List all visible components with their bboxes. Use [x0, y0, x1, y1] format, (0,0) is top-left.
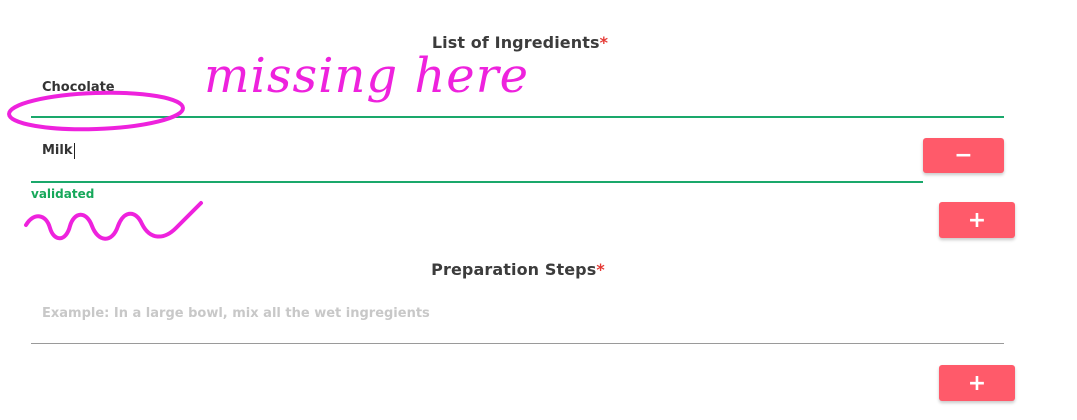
- required-mark: *: [596, 260, 605, 279]
- steps-title-text: Preparation Steps: [431, 260, 597, 279]
- plus-icon: +: [967, 207, 987, 233]
- squiggle-underline: [24, 201, 203, 241]
- ingredients-title: List of Ingredients*: [0, 33, 1040, 52]
- validation-message: validated: [31, 187, 95, 201]
- steps-title: Preparation Steps*: [0, 260, 1036, 279]
- ingredient-field-2: Milk: [42, 139, 642, 159]
- ingredient-underline-1: [31, 116, 1004, 118]
- step-field-1: [42, 302, 942, 322]
- step-underline-1: [31, 343, 1004, 344]
- ingredient-input-2[interactable]: Milk: [42, 142, 75, 159]
- step-input-1[interactable]: [42, 306, 942, 321]
- remove-ingredient-button[interactable]: −: [923, 138, 1004, 173]
- add-ingredient-button[interactable]: +: [939, 202, 1015, 238]
- ingredient-field-1: [42, 76, 642, 96]
- plus-icon: +: [967, 370, 987, 396]
- add-step-button[interactable]: +: [939, 365, 1015, 401]
- minus-icon: −: [954, 143, 973, 168]
- required-mark: *: [599, 33, 609, 52]
- text-caret: [73, 142, 75, 159]
- highlight-ellipse: [7, 90, 185, 132]
- ingredient-underline-2: [31, 181, 923, 183]
- handwritten-annotations: missing here: [7, 48, 528, 241]
- ingredient-input-2-value: Milk: [42, 143, 73, 158]
- ingredients-title-text: List of Ingredients: [431, 33, 600, 52]
- ingredient-input-1[interactable]: [42, 80, 642, 95]
